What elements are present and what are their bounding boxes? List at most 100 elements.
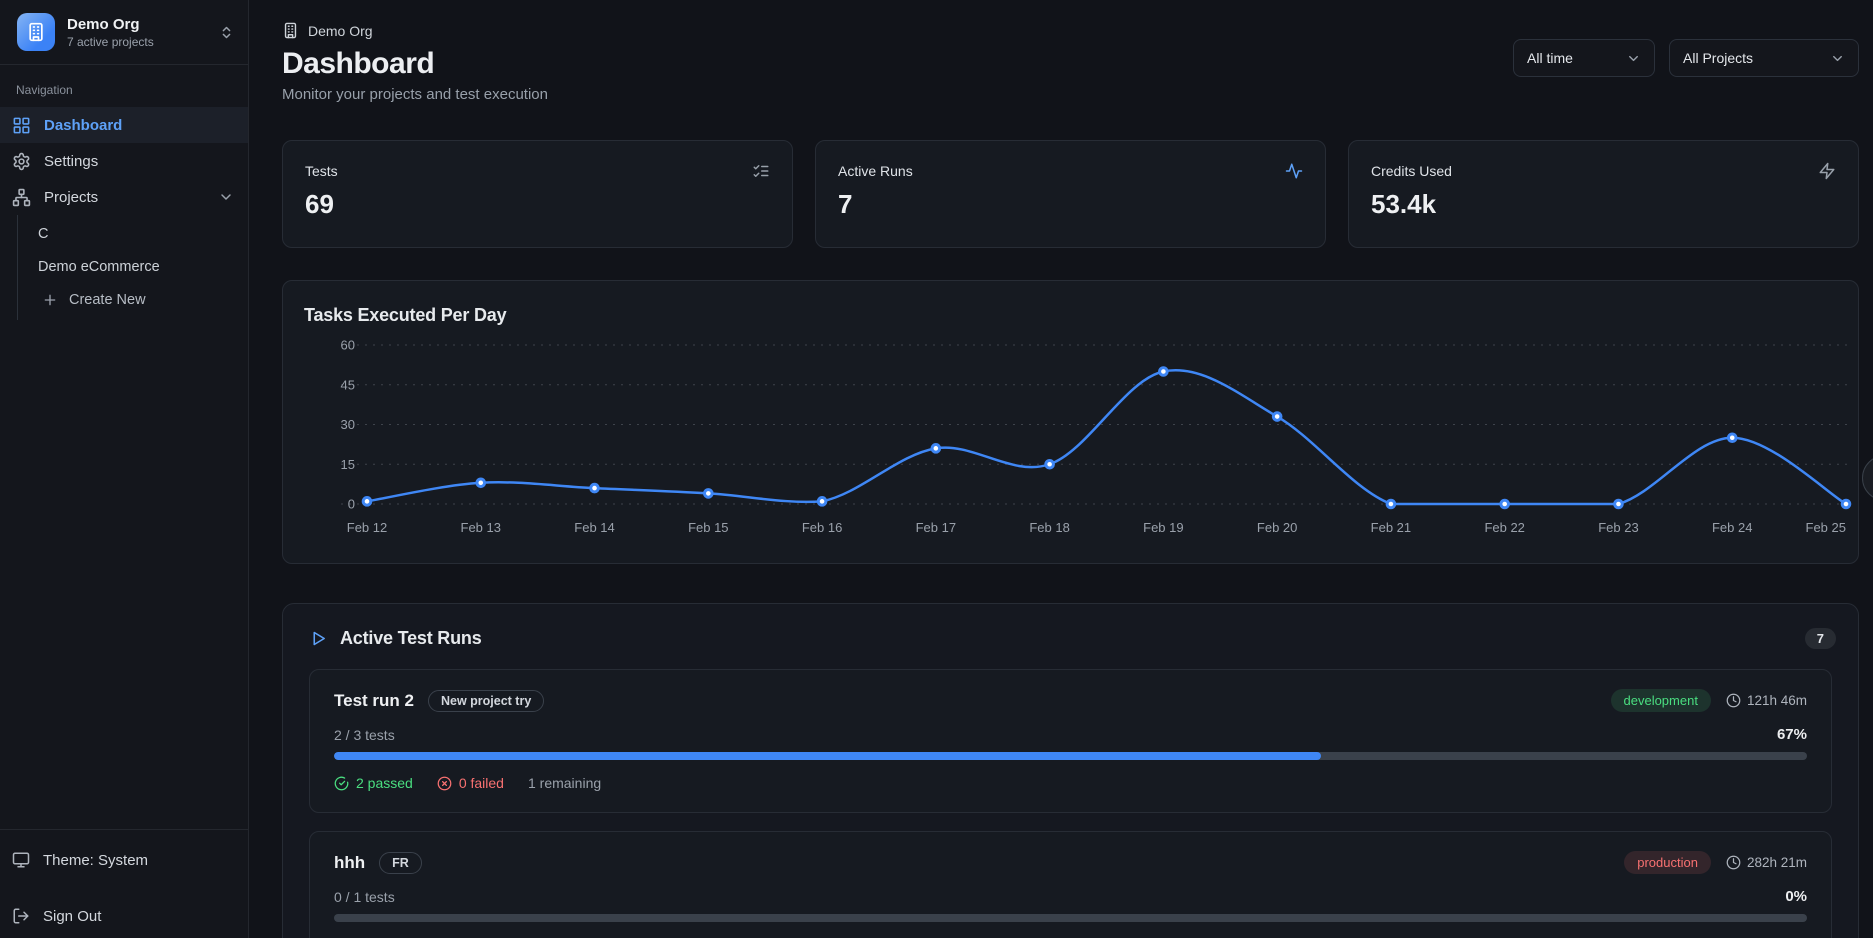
chart-card: Tasks Executed Per Day 015304560Feb 12Fe… bbox=[282, 280, 1859, 564]
breadcrumb: Demo Org bbox=[282, 22, 548, 39]
stat-card-active-runs: Active Runs 7 bbox=[815, 140, 1326, 248]
building-icon bbox=[26, 22, 46, 42]
page-subtitle: Monitor your projects and test execution bbox=[282, 86, 548, 103]
stat-label: Active Runs bbox=[838, 163, 1303, 179]
svg-text:Feb 24: Feb 24 bbox=[1712, 520, 1752, 535]
run-title: Test run 2 bbox=[334, 691, 414, 711]
page-header: Demo Org Dashboard Monitor your projects… bbox=[282, 22, 548, 103]
building-icon bbox=[282, 22, 299, 39]
svg-text:Feb 16: Feb 16 bbox=[802, 520, 842, 535]
progress-percent: 67% bbox=[1777, 726, 1807, 743]
stat-value: 69 bbox=[305, 189, 770, 220]
tests-count: 0 / 1 tests bbox=[334, 889, 395, 905]
project-item-c[interactable]: C bbox=[18, 217, 248, 250]
svg-text:Feb 20: Feb 20 bbox=[1257, 520, 1297, 535]
org-switcher[interactable]: Demo Org 7 active projects bbox=[0, 0, 248, 64]
org-name: Demo Org bbox=[67, 16, 207, 33]
stat-label: Tests bbox=[305, 163, 770, 179]
test-run-card[interactable]: hhh FR production 282h 21m 0 / 1 tests bbox=[309, 831, 1832, 938]
failed-label: 0 failed bbox=[459, 775, 504, 791]
theme-toggle[interactable]: Theme: System bbox=[0, 842, 248, 878]
project-filter-select[interactable]: All Projects bbox=[1669, 39, 1859, 77]
nav-section-label: Navigation bbox=[0, 75, 248, 107]
org-logo bbox=[17, 13, 55, 51]
zap-icon bbox=[1818, 162, 1836, 180]
time-range-value: All time bbox=[1527, 50, 1573, 66]
projects-subtree: C Demo eCommerce Create New bbox=[17, 215, 248, 320]
svg-text:Feb 19: Feb 19 bbox=[1143, 520, 1183, 535]
create-new-label: Create New bbox=[69, 292, 146, 308]
stat-card-tests: Tests 69 bbox=[282, 140, 793, 248]
chevron-down-icon bbox=[1626, 51, 1641, 66]
run-project-badge: FR bbox=[379, 852, 422, 874]
sidebar-item-label: Projects bbox=[44, 189, 98, 206]
logout-icon bbox=[12, 907, 30, 925]
svg-text:Feb 23: Feb 23 bbox=[1598, 520, 1638, 535]
svg-text:Feb 15: Feb 15 bbox=[688, 520, 728, 535]
progress-bar bbox=[334, 914, 1807, 922]
create-new-project-button[interactable]: Create New bbox=[18, 283, 248, 316]
svg-text:45: 45 bbox=[341, 377, 355, 392]
stat-label: Credits Used bbox=[1371, 163, 1836, 179]
list-checks-icon bbox=[752, 162, 770, 180]
passed-count: 2 passed bbox=[334, 775, 413, 791]
sidebar: Demo Org 7 active projects Navigation Da… bbox=[0, 0, 249, 938]
test-run-card[interactable]: Test run 2 New project try development 1… bbox=[309, 669, 1832, 813]
duration-value: 121h 46m bbox=[1747, 693, 1807, 708]
gear-icon bbox=[12, 152, 31, 171]
clock-icon bbox=[1726, 855, 1741, 870]
main-content: Demo Org Dashboard Monitor your projects… bbox=[249, 0, 1873, 938]
svg-text:0: 0 bbox=[348, 497, 355, 512]
stat-value: 53.4k bbox=[1371, 189, 1836, 220]
svg-text:Feb 17: Feb 17 bbox=[916, 520, 956, 535]
check-circle-icon bbox=[334, 776, 349, 791]
svg-text:Feb 25: Feb 25 bbox=[1806, 520, 1846, 535]
filters: All time All Projects bbox=[1513, 39, 1859, 77]
svg-text:60: 60 bbox=[341, 338, 355, 353]
passed-label: 2 passed bbox=[356, 775, 413, 791]
failed-count: 0 failed bbox=[437, 775, 504, 791]
plus-icon bbox=[42, 292, 58, 308]
stat-card-credits-used: Credits Used 53.4k bbox=[1348, 140, 1859, 248]
svg-text:Feb 18: Feb 18 bbox=[1029, 520, 1069, 535]
breadcrumb-org: Demo Org bbox=[308, 23, 373, 39]
active-test-runs-header: Active Test Runs 7 bbox=[283, 604, 1858, 669]
sign-out-button[interactable]: Sign Out bbox=[0, 898, 248, 934]
chart-title: Tasks Executed Per Day bbox=[283, 305, 1858, 326]
sidebar-item-label: Dashboard bbox=[44, 117, 122, 134]
project-item-label: C bbox=[38, 226, 48, 242]
svg-text:Feb 22: Feb 22 bbox=[1484, 520, 1524, 535]
progress-bar-fill bbox=[334, 752, 1321, 760]
remaining-count: 1 remaining bbox=[528, 775, 601, 791]
sidebar-item-settings[interactable]: Settings bbox=[0, 143, 248, 179]
svg-text:15: 15 bbox=[341, 457, 355, 472]
svg-text:Feb 14: Feb 14 bbox=[574, 520, 614, 535]
section-title: Active Test Runs bbox=[340, 628, 482, 649]
svg-text:Feb 21: Feb 21 bbox=[1371, 520, 1411, 535]
svg-text:Feb 13: Feb 13 bbox=[461, 520, 501, 535]
stat-value: 7 bbox=[838, 189, 1303, 220]
run-project-badge: New project try bbox=[428, 690, 544, 712]
env-badge: development bbox=[1611, 689, 1711, 712]
run-duration: 121h 46m bbox=[1726, 693, 1807, 708]
monitor-icon bbox=[12, 851, 30, 869]
sidebar-nav: Navigation Dashboard Settings Projects bbox=[0, 65, 248, 320]
duration-value: 282h 21m bbox=[1747, 855, 1807, 870]
org-subtitle: 7 active projects bbox=[67, 35, 207, 49]
runs-count-badge: 7 bbox=[1805, 628, 1836, 649]
time-range-select[interactable]: All time bbox=[1513, 39, 1655, 77]
progress-percent: 0% bbox=[1785, 888, 1807, 905]
sidebar-footer: Theme: System Sign Out bbox=[0, 829, 248, 938]
project-filter-value: All Projects bbox=[1683, 50, 1753, 66]
project-item-demo-ecommerce[interactable]: Demo eCommerce bbox=[18, 250, 248, 283]
stats-row: Tests 69 Active Runs 7 Credits Used 53.4… bbox=[282, 140, 1859, 248]
activity-icon bbox=[1285, 162, 1303, 180]
sidebar-item-dashboard[interactable]: Dashboard bbox=[0, 107, 248, 143]
project-item-label: Demo eCommerce bbox=[38, 259, 160, 275]
sidebar-item-projects[interactable]: Projects bbox=[0, 179, 248, 215]
x-circle-icon bbox=[437, 776, 452, 791]
run-title: hhh bbox=[334, 853, 365, 873]
svg-text:Feb 12: Feb 12 bbox=[347, 520, 387, 535]
sign-out-label: Sign Out bbox=[43, 908, 101, 925]
remaining-label: 1 remaining bbox=[528, 775, 601, 791]
